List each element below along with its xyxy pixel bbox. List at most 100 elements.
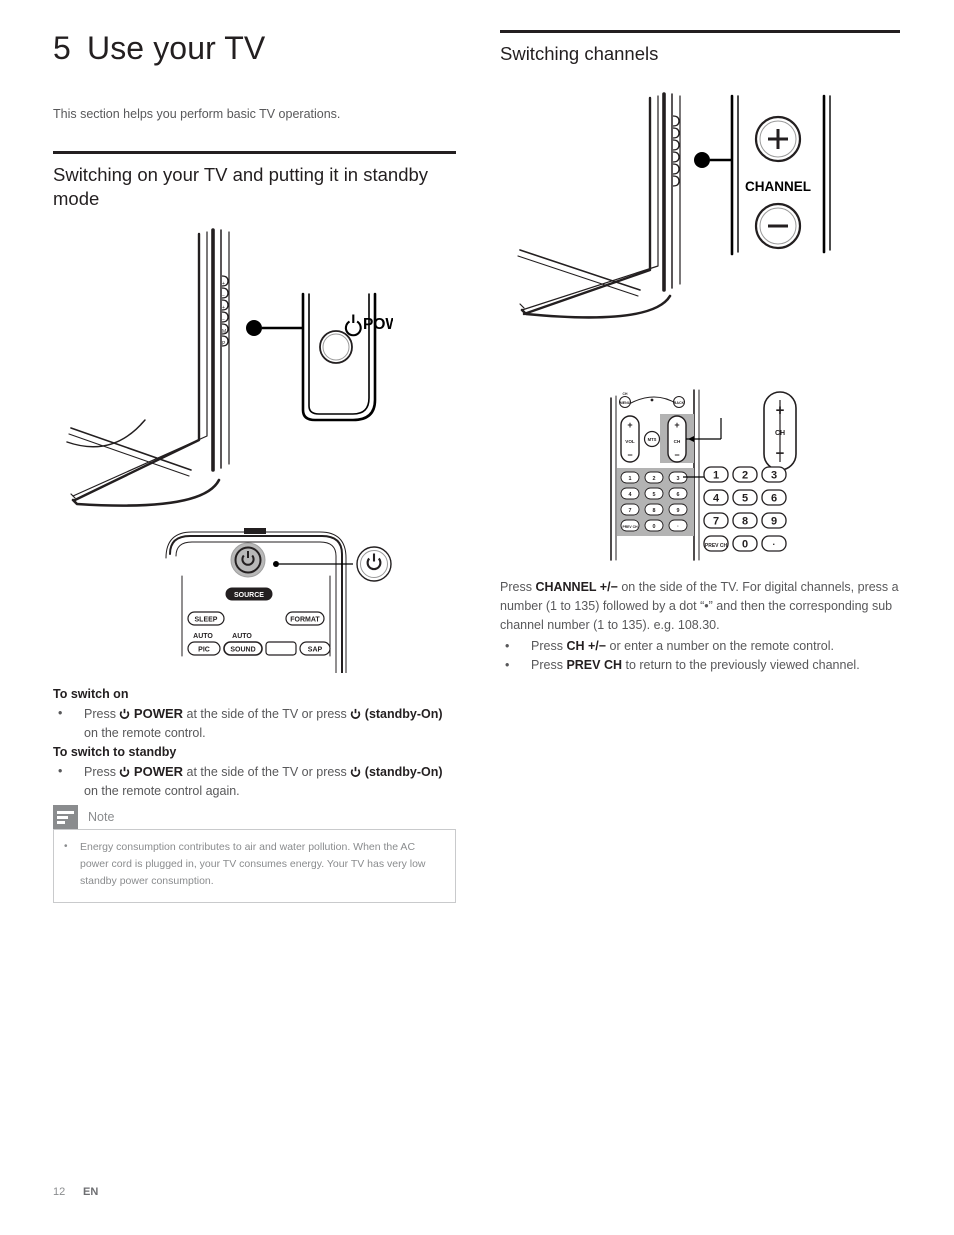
- ch-plus-label: +: [776, 402, 785, 419]
- svg-text:8: 8: [653, 508, 656, 514]
- svg-text:MENU: MENU: [620, 401, 631, 405]
- figure-tv-channel: CHANNEL: [500, 92, 900, 322]
- key-9: 9: [771, 516, 777, 528]
- svg-text:PREV CH: PREV CH: [622, 525, 638, 529]
- svg-text:SAP: SAP: [308, 647, 323, 654]
- channel-paragraph: Press CHANNEL +/− on the side of the TV.…: [500, 578, 900, 635]
- svg-text:5: 5: [653, 492, 656, 498]
- tail-text-2: on the remote control again.: [84, 783, 240, 798]
- key-1: 1: [713, 470, 719, 482]
- remote-format-button: FORMAT: [285, 611, 325, 626]
- svg-text:0: 0: [653, 524, 656, 530]
- intro-paragraph: This section helps you perform basic TV …: [53, 107, 341, 121]
- power-word-1: POWER: [133, 705, 184, 721]
- key-4: 4: [713, 493, 720, 505]
- page-language: EN: [83, 1186, 99, 1198]
- svg-text:MTS: MTS: [648, 437, 657, 442]
- note-label: Note: [88, 810, 115, 824]
- callout-dot-left: [246, 320, 262, 336]
- bullet-marker: •: [505, 658, 510, 672]
- svg-text:+: +: [222, 281, 225, 287]
- svg-text:2: 2: [653, 476, 656, 482]
- svg-text:BACK: BACK: [674, 401, 685, 405]
- key-7: 7: [713, 516, 719, 528]
- figure-remote-power: SOURCE SLEEP FORMAT AUTO AUTO PIC SOUND: [158, 528, 408, 673]
- channel-minus-button: [754, 202, 802, 250]
- callout-dot-right: [694, 152, 710, 168]
- channel-plus-button: [754, 115, 802, 163]
- svg-text:CH: CH: [674, 439, 681, 444]
- key-6: 6: [771, 493, 777, 505]
- svg-text:−: −: [674, 450, 679, 460]
- key-8: 8: [742, 516, 748, 528]
- power-icon: [119, 708, 130, 720]
- svg-text:9: 9: [677, 508, 680, 514]
- svg-text:+: +: [627, 420, 632, 430]
- bullet-marker: •: [58, 763, 63, 778]
- svg-text:SOURCE: SOURCE: [234, 592, 264, 599]
- svg-text:4: 4: [629, 492, 632, 498]
- right-instructions: Press CHANNEL +/− on the side of the TV.…: [500, 578, 900, 675]
- power-label: POWER: [363, 316, 393, 333]
- figure-tv-power: + − + − M P POW: [53, 228, 393, 508]
- power-icon: [119, 766, 130, 778]
- tv-side-power-illustration: + − + − M P POW: [66, 228, 393, 507]
- ch-minus-label: −: [776, 445, 785, 462]
- channel-label: CHANNEL: [745, 179, 811, 194]
- bullet2-press: Press: [531, 658, 563, 672]
- mid-text-1: at the side of the TV or press: [186, 706, 347, 721]
- ch-label: CH: [775, 430, 785, 437]
- svg-text:VOL: VOL: [625, 439, 635, 444]
- section-heading-left: Switching on your TV and putting it in s…: [53, 163, 429, 210]
- svg-text:−: −: [222, 293, 225, 299]
- left-instructions: To switch on • Press POWER at the side o…: [53, 685, 456, 801]
- note-header: Note: [53, 805, 456, 829]
- left-column: 5 Use your TV This section helps you per…: [53, 30, 456, 212]
- chapter-title: Use your TV: [87, 30, 266, 66]
- svg-text:PIC: PIC: [198, 647, 210, 654]
- key-5: 5: [742, 493, 748, 505]
- svg-text:·: ·: [677, 524, 679, 530]
- remote-source-button: SOURCE: [225, 587, 273, 601]
- svg-text:SOUND: SOUND: [230, 647, 255, 654]
- power-icon: [344, 314, 362, 337]
- svg-text:FORMAT: FORMAT: [290, 617, 320, 624]
- bullet2-tail: to return to the previously viewed chann…: [625, 658, 860, 672]
- remote-sap-button: SAP: [299, 641, 331, 656]
- power-button-circle: [319, 330, 353, 364]
- switch-standby-label: To switch to standby: [53, 744, 177, 759]
- bullet-marker: •: [64, 841, 68, 852]
- press-word-2: Press: [84, 764, 116, 779]
- key-2: 2: [742, 470, 748, 482]
- press-word-ch: Press: [500, 580, 532, 594]
- channel-bullet-1: • Press CH +/− or enter a number on the …: [500, 637, 900, 656]
- keypad-enlarged: 1 2 3 4 5 6 7 8 9 PREV CH 0 ·: [703, 466, 787, 552]
- page-footer: 12 EN: [53, 1186, 98, 1198]
- svg-text:6: 6: [677, 492, 680, 498]
- svg-text:+: +: [674, 420, 679, 430]
- svg-text:+: +: [222, 305, 225, 311]
- svg-text:−: −: [627, 450, 632, 460]
- svg-text:SLEEP: SLEEP: [195, 617, 218, 624]
- bullet2-key: PREV CH: [566, 658, 623, 672]
- power-icon: [350, 766, 361, 778]
- page-number: 12: [53, 1186, 66, 1198]
- standby-word-1: (standby-On): [364, 706, 443, 721]
- svg-text:1: 1: [629, 476, 632, 482]
- switch-standby-bullet: • Press POWER at the side of the TV or p…: [53, 762, 456, 801]
- remote-mts-button: MTS: [643, 430, 661, 448]
- remote-pic-button: PIC: [187, 641, 221, 656]
- switch-on-bullet: • Press POWER at the side of the TV or p…: [53, 704, 456, 743]
- callout-keypad: 1 2 3 4 5 6 7 8 9 PREV CH 0 ·: [700, 465, 790, 557]
- mid-text-2: at the side of the TV or press: [186, 764, 347, 779]
- section-heading-right: Switching channels: [500, 43, 659, 64]
- svg-text:3: 3: [677, 476, 680, 482]
- press-word-1: Press: [84, 706, 116, 721]
- bullet-marker: •: [505, 639, 510, 653]
- chapter-number: 5: [53, 30, 71, 66]
- auto-sound-label: AUTO: [232, 633, 252, 640]
- channel-bullet-2: • Press PREV CH to return to the previou…: [500, 656, 900, 675]
- section-rule-left: [53, 150, 456, 154]
- note-box: Note • Energy consumption contributes to…: [53, 805, 456, 903]
- manual-page: 5 Use your TV This section helps you per…: [0, 0, 954, 1235]
